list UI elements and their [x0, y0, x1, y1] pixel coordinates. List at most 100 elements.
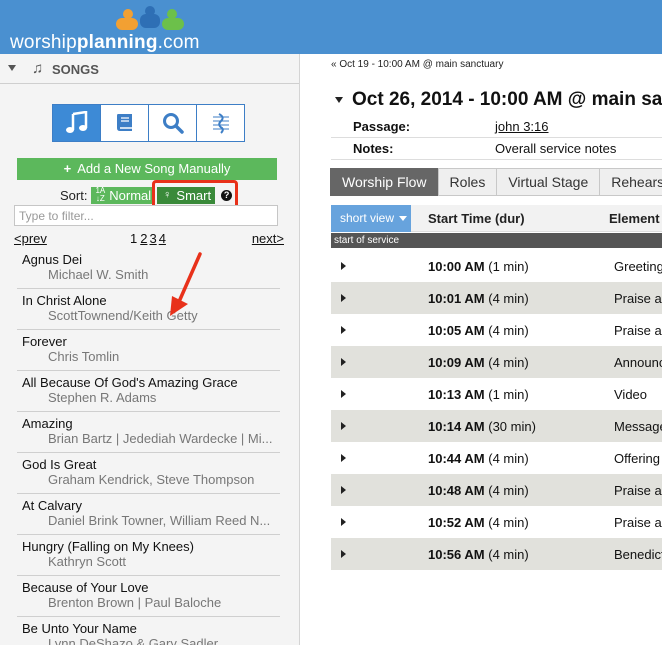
page-3-link[interactable]: 3: [149, 231, 156, 246]
song-title: All Because Of God's Amazing Grace: [22, 375, 238, 390]
page-4-link[interactable]: 4: [159, 231, 166, 246]
search-songs-button[interactable]: [148, 104, 197, 142]
songs-view-button[interactable]: [52, 104, 101, 142]
song-list-item[interactable]: Hungry (Falling on My Knees) Kathryn Scot…: [17, 535, 280, 576]
songs-sidebar: ♫ SONGS + Add a New Song Manually Sort: …: [0, 54, 300, 645]
row-element: Announcements: [614, 355, 662, 370]
tab-worship-flow[interactable]: Worship Flow: [330, 168, 439, 196]
prev-page-link[interactable]: <prev: [14, 231, 47, 246]
table-row[interactable]: 10:48 AM (4 min) Praise and Worship: [331, 474, 662, 506]
sheet-music-icon: [212, 113, 229, 134]
table-row[interactable]: 10:01 AM (4 min) Praise and Worship: [331, 282, 662, 314]
song-author: Stephen R. Adams: [48, 390, 157, 405]
column-start-time[interactable]: Start Time (dur): [428, 211, 525, 226]
row-element: Praise and Worship: [614, 515, 662, 530]
notes-value[interactable]: Overall service notes: [495, 141, 616, 156]
event-collapse-caret-icon[interactable]: [335, 97, 343, 103]
row-time-value: 10:00 AM: [428, 259, 485, 274]
expand-caret-icon[interactable]: [341, 486, 346, 494]
logo-word-planning: planning: [76, 32, 158, 53]
song-author: Lynn DeShazo & Gary Sadler: [48, 636, 219, 645]
table-row[interactable]: 10:44 AM (4 min) Offering: [331, 442, 662, 474]
site-logo[interactable]: worshipplanning.com: [10, 4, 200, 54]
song-list-item[interactable]: Be Unto Your Name Lynn DeShazo & Gary Sad…: [17, 617, 280, 645]
sheet-music-button[interactable]: [196, 104, 245, 142]
song-author: Graham Kendrick, Steve Thompson: [48, 472, 255, 487]
row-time: 10:44 AM (4 min): [428, 451, 529, 466]
expand-caret-icon[interactable]: [341, 326, 346, 334]
table-row[interactable]: 10:09 AM (4 min) Announcements: [331, 346, 662, 378]
expand-caret-icon[interactable]: [341, 262, 346, 270]
row-time: 10:00 AM (1 min): [428, 259, 529, 274]
tab-rehearsals[interactable]: Rehearsals: [599, 168, 662, 196]
row-duration: (30 min): [488, 419, 536, 434]
song-title: Amazing: [22, 416, 73, 431]
row-duration: (4 min): [488, 515, 529, 530]
songs-pager: <prev 1234 next>: [14, 231, 284, 247]
song-list-item[interactable]: At Calvary Daniel Brink Towner, William R…: [17, 494, 280, 535]
song-list-item[interactable]: Forever Chris Tomlin: [17, 330, 280, 371]
row-duration: (1 min): [488, 259, 529, 274]
add-song-manually-button[interactable]: + Add a New Song Manually: [17, 158, 277, 180]
collapse-caret-icon[interactable]: [8, 65, 16, 71]
row-duration: (4 min): [488, 291, 529, 306]
annotation-arrow-icon: [170, 252, 202, 316]
table-row[interactable]: 10:56 AM (4 min) Benediction: [331, 538, 662, 570]
tab-virtual-stage[interactable]: Virtual Stage: [496, 168, 601, 196]
song-title: At Calvary: [22, 498, 82, 513]
row-element: Message: [614, 419, 662, 434]
expand-caret-icon[interactable]: [341, 454, 346, 462]
song-author: Chris Tomlin: [48, 349, 120, 364]
song-title: Because of Your Love: [22, 580, 149, 595]
table-row[interactable]: 10:00 AM (1 min) Greeting: [331, 250, 662, 282]
passage-value[interactable]: john 3:16: [495, 119, 549, 134]
song-list-item[interactable]: Agnus Dei Michael W. Smith: [17, 248, 280, 289]
song-list-item[interactable]: In Christ Alone ScottTownend/Keith Getty: [17, 289, 280, 330]
song-list-item[interactable]: Amazing Brian Bartz | Jedediah Wardecke |…: [17, 412, 280, 453]
table-row[interactable]: 10:13 AM (1 min) Video: [331, 378, 662, 410]
table-row[interactable]: 10:52 AM (4 min) Praise and Worship: [331, 506, 662, 538]
song-author: Daniel Brink Towner, William Reed N...: [48, 513, 271, 528]
table-row[interactable]: 10:14 AM (30 min) Message: [331, 410, 662, 442]
songs-toolbar: [52, 104, 245, 142]
row-duration: (4 min): [488, 355, 529, 370]
expand-caret-icon[interactable]: [341, 518, 346, 526]
expand-caret-icon[interactable]: [341, 422, 346, 430]
logo-people-icon: [116, 6, 184, 30]
expand-caret-icon[interactable]: [341, 358, 346, 366]
logo-wordmark: worshipplanning.com: [10, 32, 200, 54]
row-duration: (4 min): [488, 451, 529, 466]
page-2-link[interactable]: 2: [140, 231, 147, 246]
song-list-item[interactable]: Because of Your Love Brenton Brown | Paul…: [17, 576, 280, 617]
songs-panel-header[interactable]: ♫ SONGS: [0, 54, 299, 84]
tab-roles[interactable]: Roles: [437, 168, 498, 196]
expand-caret-icon[interactable]: [341, 390, 346, 398]
row-duration: (4 min): [488, 483, 529, 498]
row-time: 10:48 AM (4 min): [428, 483, 529, 498]
page-numbers: 1234: [130, 231, 168, 246]
song-title: Forever: [22, 334, 67, 349]
notes-label: Notes:: [353, 141, 394, 156]
expand-caret-icon[interactable]: [341, 550, 346, 558]
expand-caret-icon[interactable]: [341, 294, 346, 302]
table-row[interactable]: 10:05 AM (4 min) Praise and Worship: [331, 314, 662, 346]
row-time: 10:52 AM (4 min): [428, 515, 529, 530]
previous-event-link[interactable]: « Oct 19 - 10:00 AM @ main sanctuary: [331, 59, 503, 70]
song-author: Brenton Brown | Paul Baloche: [48, 595, 222, 610]
sort-normal-button[interactable]: 1A ↓Z Normal: [91, 186, 156, 204]
song-title: Be Unto Your Name: [22, 621, 137, 636]
song-filter-input[interactable]: [14, 205, 278, 226]
song-list-item[interactable]: All Because Of God's Amazing Grace Stephe…: [17, 371, 280, 412]
sort-normal-label: Normal: [109, 187, 152, 203]
add-song-label: Add a New Song Manually: [77, 161, 231, 176]
song-list-item[interactable]: God Is Great Graham Kendrick, Steve Thomp…: [17, 453, 280, 494]
row-element: Video: [614, 387, 648, 402]
event-title: Oct 26, 2014 - 10:00 AM @ main sanctuary: [352, 89, 662, 110]
plus-icon: +: [63, 161, 72, 176]
short-view-dropdown[interactable]: short view: [331, 205, 411, 232]
plan-tabs: Worship Flow Roles Virtual Stage Rehears…: [330, 168, 662, 196]
row-time-value: 10:48 AM: [428, 483, 485, 498]
book-view-button[interactable]: [100, 104, 149, 142]
next-page-link[interactable]: next>: [252, 231, 284, 246]
column-element[interactable]: Element: [609, 211, 660, 226]
